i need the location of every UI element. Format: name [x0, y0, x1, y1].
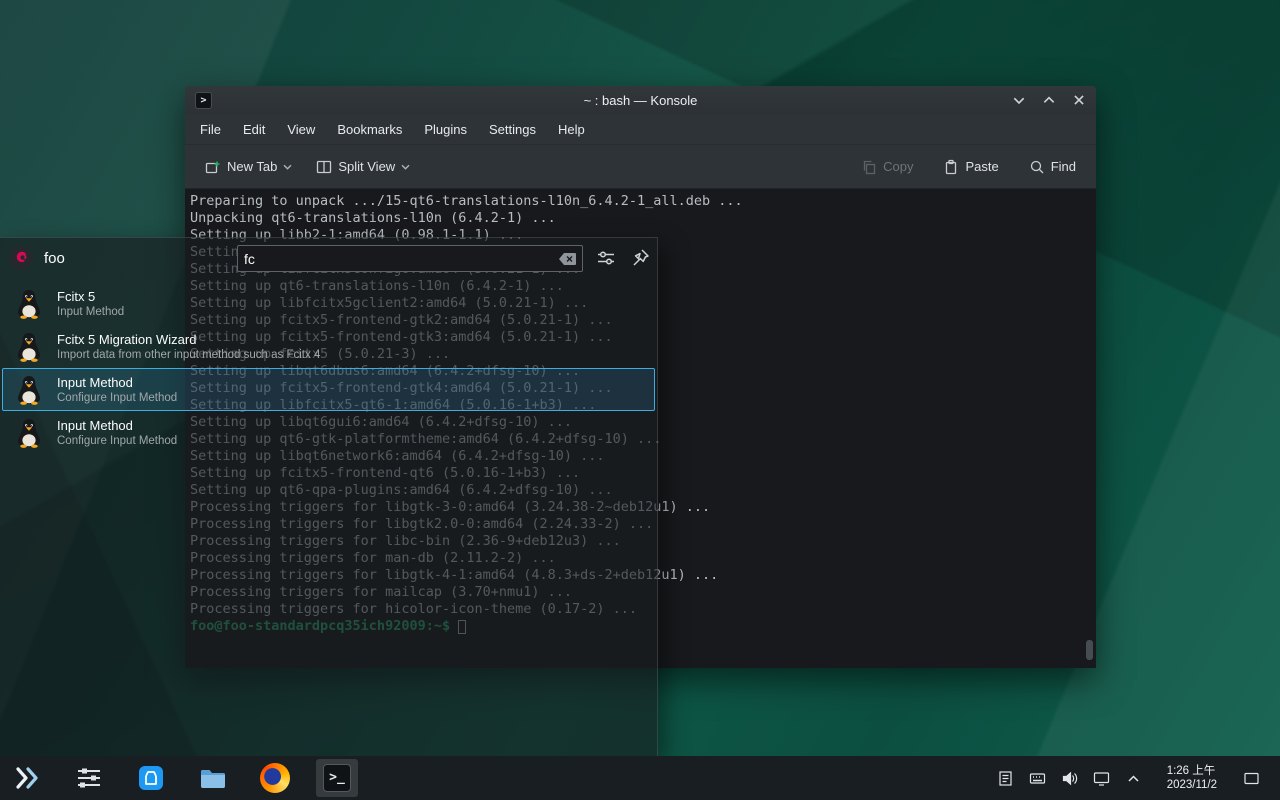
copy-icon: [861, 159, 877, 175]
new-tab-button[interactable]: New Tab: [197, 153, 300, 181]
terminal-scrollbar[interactable]: [1086, 640, 1093, 660]
konsole-task[interactable]: >_: [316, 759, 358, 797]
krunner-header: foo: [0, 238, 657, 278]
krunner-panel: foo Fcitx 5 Input Method: [0, 237, 658, 756]
show-desktop-button[interactable]: [1240, 768, 1262, 788]
copy-label: Copy: [883, 159, 913, 174]
clock-time: 1:26 上午: [1167, 764, 1217, 778]
sliders-icon: [596, 248, 616, 268]
result-subtitle: Import data from other input method such…: [57, 349, 320, 361]
software-center-icon: [136, 763, 166, 793]
chevron-up-icon: [1125, 770, 1142, 787]
expand-tray-button[interactable]: [1125, 770, 1142, 787]
paste-button[interactable]: Paste: [935, 153, 1006, 181]
volume-tray-button[interactable]: [1061, 770, 1078, 787]
chevron-down-icon: [283, 163, 292, 171]
search-result-row[interactable]: Fcitx 5 Migration Wizard Import data fro…: [2, 325, 655, 368]
konsole-icon: >_: [323, 764, 351, 792]
result-subtitle: Input Method: [57, 306, 124, 318]
window-title: ~ : bash — Konsole: [185, 93, 1096, 108]
clipboard-icon: [997, 770, 1014, 787]
taskbar: >_ 1:26 上午 2023/11/2: [0, 756, 1280, 800]
result-subtitle: Configure Input Method: [57, 392, 177, 404]
paste-label: Paste: [965, 159, 998, 174]
find-label: Find: [1051, 159, 1076, 174]
tux-penguin-icon: [13, 417, 45, 449]
result-title: Input Method: [57, 418, 177, 433]
krunner-search-field[interactable]: [237, 245, 583, 272]
clock-date: 2023/11/2: [1167, 778, 1217, 792]
menubar: FileEditViewBookmarksPluginsSettingsHelp: [185, 114, 1096, 145]
search-result-row[interactable]: Fcitx 5 Input Method: [2, 282, 655, 325]
menu-plugins[interactable]: Plugins: [415, 118, 476, 141]
new-tab-icon: [205, 159, 221, 175]
paste-icon: [943, 159, 959, 175]
input-method-tray-button[interactable]: [1029, 770, 1046, 787]
volume-icon: [1061, 770, 1078, 787]
pin-button[interactable]: [630, 248, 650, 268]
task-manager-settings-button[interactable]: [68, 759, 110, 797]
minimize-button[interactable]: [1012, 93, 1026, 107]
result-subtitle: Configure Input Method: [57, 435, 177, 447]
krunner-results: Fcitx 5 Input Method Fcitx 5 Migration W…: [0, 282, 657, 454]
krunner-username: foo: [44, 250, 65, 267]
show-desktop-icon: [1243, 770, 1260, 787]
firefox-task[interactable]: [254, 759, 296, 797]
software-center-task[interactable]: [130, 759, 172, 797]
result-title: Input Method: [57, 375, 177, 390]
terminal-line: Preparing to unpack .../15-qt6-translati…: [190, 193, 1092, 210]
tux-penguin-icon: [13, 374, 45, 406]
firefox-icon: [260, 763, 290, 793]
menu-edit[interactable]: Edit: [234, 118, 274, 141]
result-title: Fcitx 5: [57, 289, 124, 304]
filter-settings-button[interactable]: [596, 248, 616, 268]
app-launcher-button[interactable]: [6, 759, 48, 797]
display-icon: [1093, 770, 1110, 787]
new-tab-label: New Tab: [227, 159, 277, 174]
result-title: Fcitx 5 Migration Wizard: [57, 332, 320, 347]
terminal-line: Unpacking qt6-translations-l10n (6.4.2-1…: [190, 210, 1092, 227]
konsole-app-icon: >: [195, 92, 212, 109]
toolbar: New Tab Split View Copy Paste Find: [185, 145, 1096, 189]
search-result-row[interactable]: Input Method Configure Input Method: [2, 411, 655, 454]
split-view-button[interactable]: Split View: [308, 153, 418, 181]
menu-view[interactable]: View: [278, 118, 324, 141]
maximize-button[interactable]: [1042, 93, 1056, 107]
menu-file[interactable]: File: [191, 118, 230, 141]
folder-icon: [198, 763, 228, 793]
launcher-icon: [12, 763, 42, 793]
sliders-list-icon: [74, 763, 104, 793]
clock[interactable]: 1:26 上午 2023/11/2: [1167, 764, 1217, 792]
titlebar[interactable]: > ~ : bash — Konsole: [185, 86, 1096, 114]
keyboard-icon: [1029, 770, 1046, 787]
chevron-down-icon: [401, 163, 410, 171]
split-view-label: Split View: [338, 159, 395, 174]
find-button[interactable]: Find: [1021, 153, 1084, 181]
search-input[interactable]: [238, 251, 558, 267]
krunner-user: foo: [8, 245, 65, 271]
copy-button[interactable]: Copy: [853, 153, 921, 181]
search-result-row[interactable]: Input Method Configure Input Method: [2, 368, 655, 411]
split-view-icon: [316, 159, 332, 175]
file-manager-task[interactable]: [192, 759, 234, 797]
clear-search-icon[interactable]: [558, 251, 578, 267]
pin-icon: [630, 248, 650, 268]
clipboard-tray-button[interactable]: [997, 770, 1014, 787]
tux-penguin-icon: [13, 331, 45, 363]
menu-help[interactable]: Help: [549, 118, 594, 141]
find-icon: [1029, 159, 1045, 175]
tux-penguin-icon: [13, 288, 45, 320]
display-tray-button[interactable]: [1093, 770, 1110, 787]
close-button[interactable]: [1072, 93, 1086, 107]
menu-settings[interactable]: Settings: [480, 118, 545, 141]
menu-bookmarks[interactable]: Bookmarks: [328, 118, 411, 141]
debian-logo-icon: [8, 245, 34, 271]
